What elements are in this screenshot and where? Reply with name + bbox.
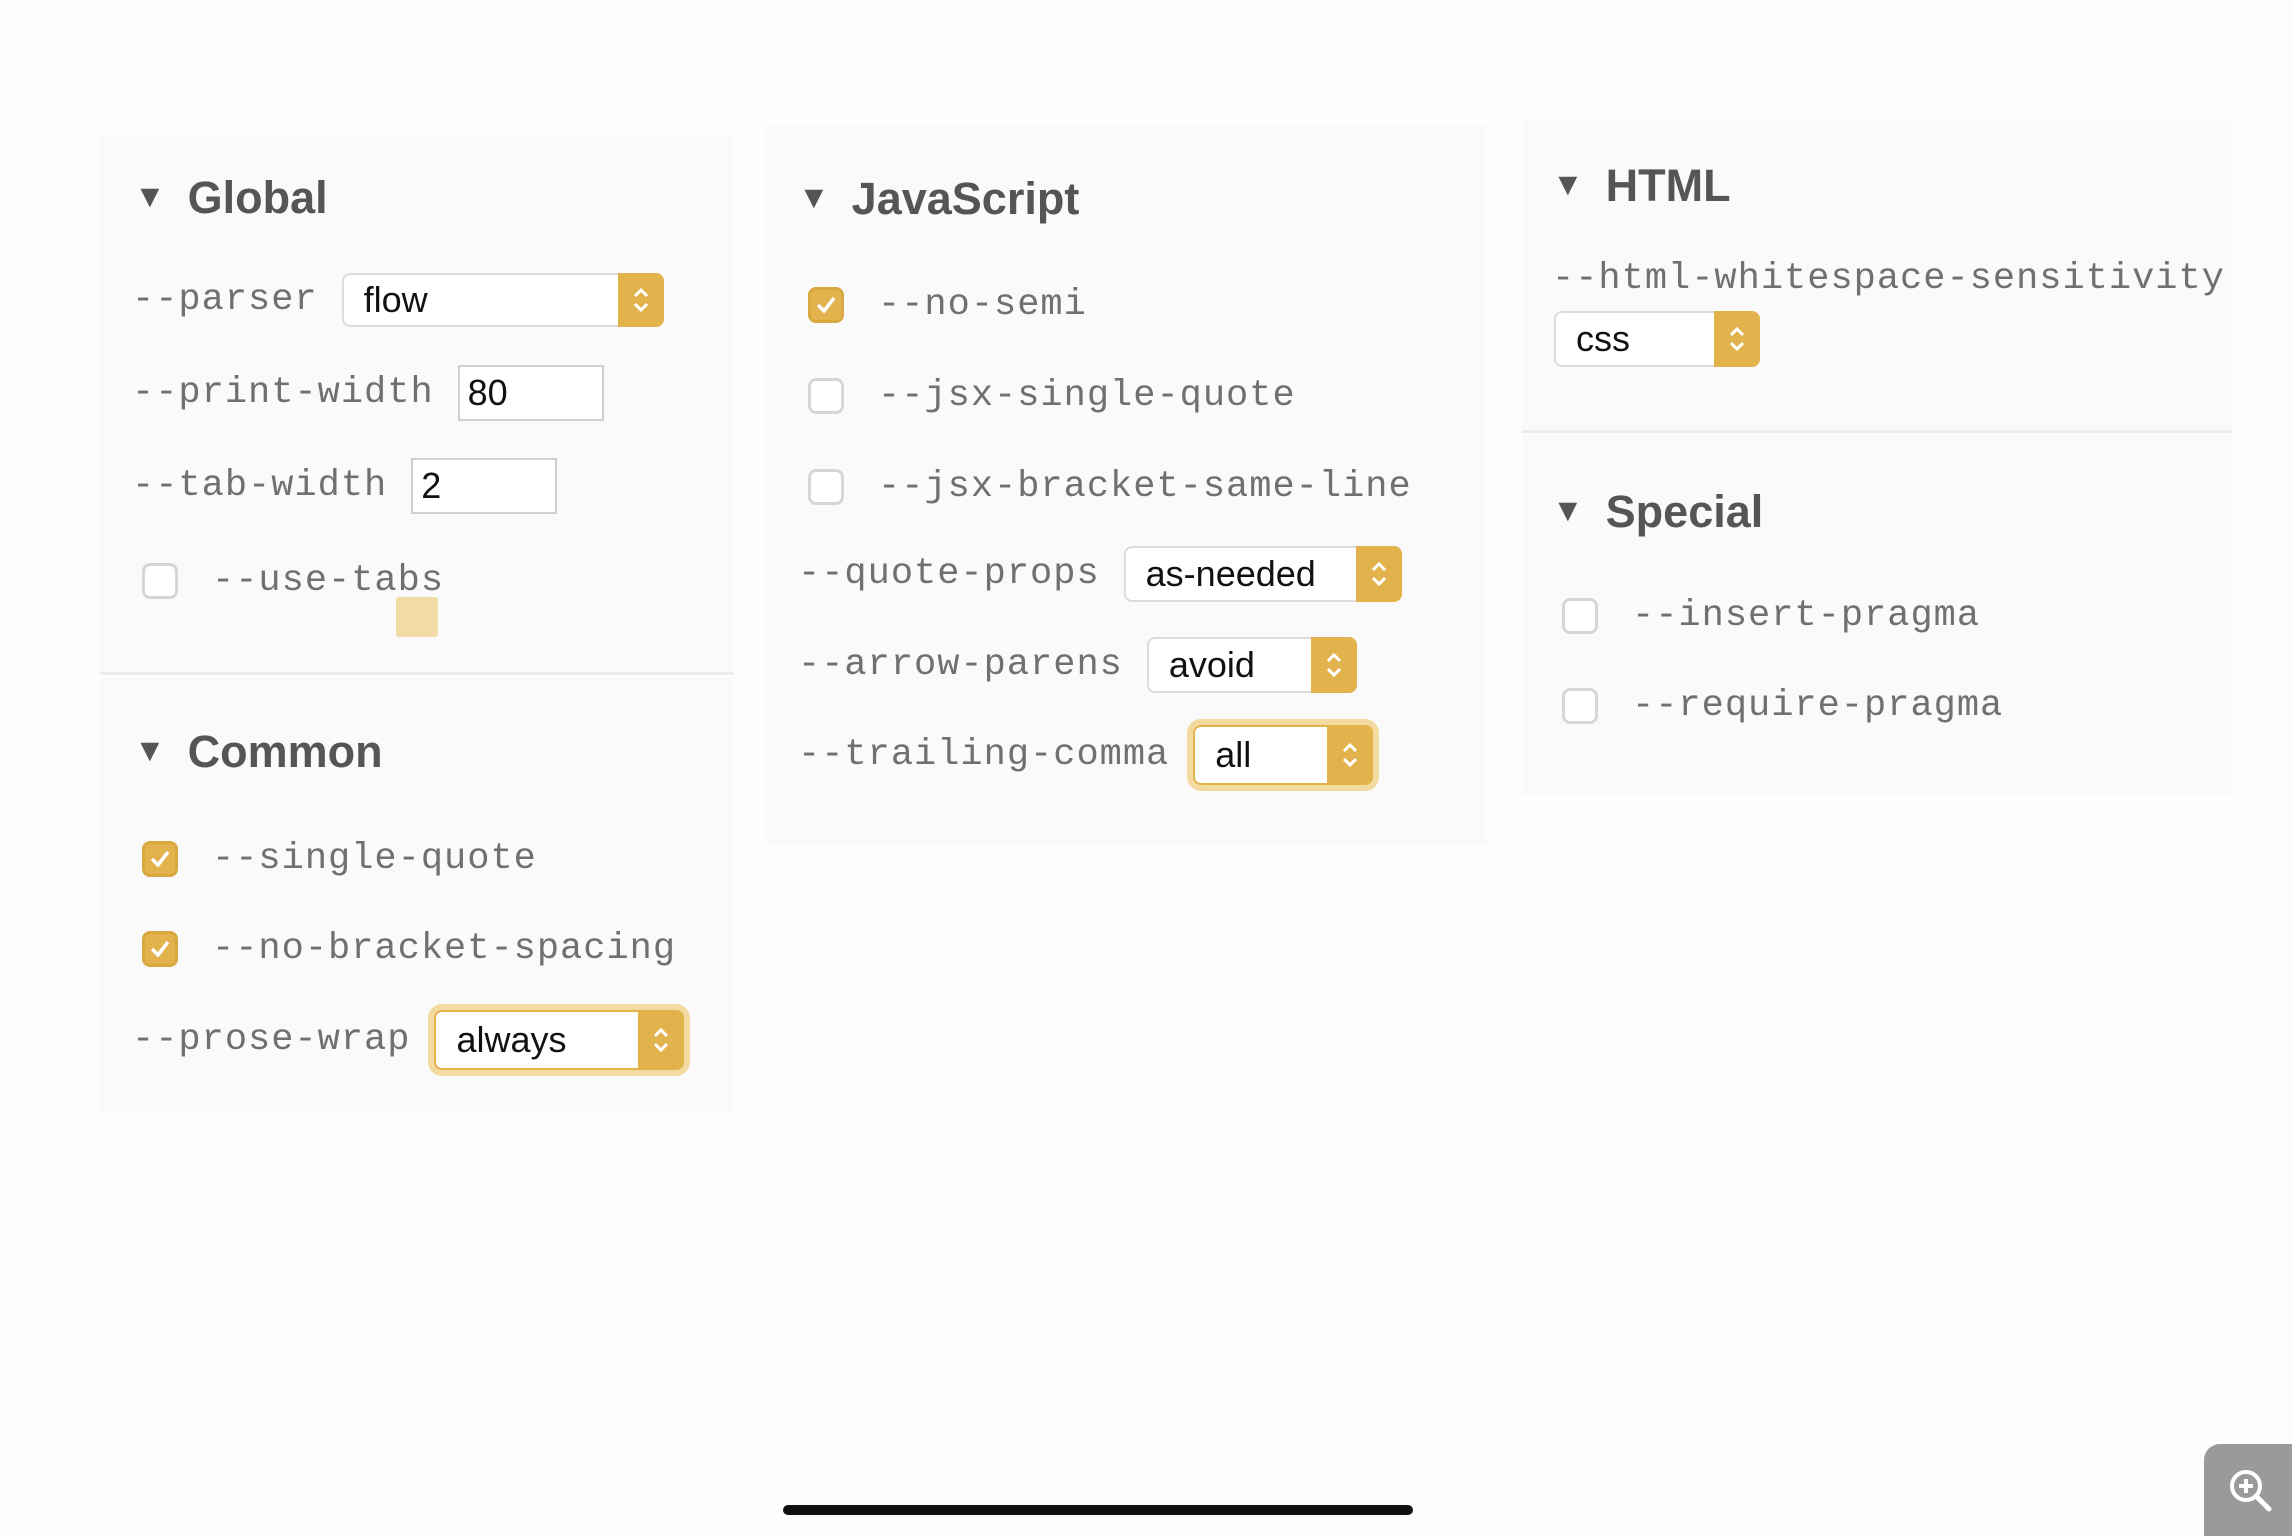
no-bracket-spacing-row[interactable]: --no-bracket-spacing: [142, 928, 676, 970]
require-pragma-label: --require-pragma: [1632, 685, 2004, 727]
triangle-down-icon: ▼: [1552, 491, 1584, 528]
parser-label: --parser: [132, 279, 318, 321]
jsx-single-quote-checkbox[interactable]: [808, 378, 844, 414]
trailing-comma-value: all: [1215, 734, 1252, 775]
stepper-icon: [638, 1010, 685, 1070]
triangle-down-icon: ▼: [798, 178, 830, 215]
html-whitespace-sensitivity-value: css: [1576, 318, 1630, 359]
quote-props-select[interactable]: as-needed: [1123, 546, 1402, 602]
html-divider: [1522, 430, 2232, 433]
triangle-down-icon: ▼: [134, 731, 166, 768]
global-title: Global: [187, 172, 328, 223]
no-semi-checkbox[interactable]: [808, 287, 844, 323]
common-header[interactable]: ▼ Common: [134, 726, 383, 778]
prose-wrap-select[interactable]: always: [434, 1010, 685, 1070]
javascript-header[interactable]: ▼ JavaScript: [798, 173, 1079, 225]
quote-props-value: as-needed: [1145, 553, 1316, 594]
html-whitespace-sensitivity-select[interactable]: css: [1554, 311, 1760, 367]
common-title: Common: [187, 726, 383, 777]
jsx-bracket-same-line-row[interactable]: --jsx-bracket-same-line: [808, 466, 1412, 508]
checkmark-icon: [150, 940, 170, 958]
jsx-single-quote-row[interactable]: --jsx-single-quote: [808, 375, 1296, 417]
html-whitespace-select-row: css: [1530, 311, 1760, 367]
javascript-title: JavaScript: [851, 173, 1080, 224]
jsx-bracket-same-line-checkbox[interactable]: [808, 469, 844, 505]
jsx-single-quote-label: --jsx-single-quote: [878, 375, 1296, 417]
prose-wrap-row: --prose-wrap always: [132, 1010, 685, 1070]
use-tabs-label: --use-tabs: [212, 560, 445, 602]
print-width-row: --print-width 80: [132, 365, 604, 421]
quote-props-label: --quote-props: [798, 553, 1100, 595]
stepper-icon: [1310, 637, 1357, 693]
require-pragma-checkbox[interactable]: [1562, 688, 1598, 724]
html-title: HTML: [1605, 160, 1731, 211]
single-quote-checkbox[interactable]: [142, 841, 178, 877]
use-tabs-row[interactable]: --use-tabs: [142, 560, 444, 602]
insert-pragma-row[interactable]: --insert-pragma: [1562, 595, 1980, 637]
parser-select[interactable]: flow: [341, 273, 664, 327]
zoom-in-icon: [2230, 1470, 2272, 1512]
html-whitespace-sensitivity-label: --html-whitespace-sensitivity: [1552, 258, 2225, 300]
stepper-icon: [1327, 725, 1374, 785]
no-semi-label: --no-semi: [878, 284, 1087, 326]
insert-pragma-label: --insert-pragma: [1632, 595, 1981, 637]
quote-props-row: --quote-props as-needed: [798, 546, 1402, 602]
single-quote-row[interactable]: --single-quote: [142, 838, 537, 880]
single-quote-label: --single-quote: [212, 838, 537, 880]
trailing-comma-select[interactable]: all: [1193, 725, 1374, 785]
prose-wrap-label: --prose-wrap: [132, 1019, 411, 1061]
print-width-label: --print-width: [132, 372, 434, 414]
stepper-icon: [617, 273, 664, 327]
trailing-comma-row: --trailing-comma all: [798, 725, 1374, 785]
no-bracket-spacing-checkbox[interactable]: [142, 931, 178, 967]
require-pragma-row[interactable]: --require-pragma: [1562, 685, 2003, 727]
tab-width-input[interactable]: 2: [411, 458, 558, 514]
print-width-input[interactable]: 80: [457, 365, 604, 421]
special-title: Special: [1605, 486, 1764, 537]
arrow-parens-value: avoid: [1168, 644, 1255, 685]
stepper-icon: [1355, 546, 1402, 602]
special-header[interactable]: ▼ Special: [1552, 486, 1763, 538]
arrow-parens-select[interactable]: avoid: [1146, 637, 1357, 693]
no-bracket-spacing-label: --no-bracket-spacing: [212, 928, 677, 970]
html-whitespace-label-row: --html-whitespace-sensitivity: [1552, 258, 2225, 300]
checkmark-icon: [816, 296, 836, 314]
global-header[interactable]: ▼ Global: [134, 172, 328, 224]
triangle-down-icon: ▼: [134, 177, 166, 214]
global-divider: [100, 672, 734, 675]
prose-wrap-value: always: [456, 1019, 567, 1060]
html-header[interactable]: ▼ HTML: [1552, 160, 1731, 212]
checkmark-icon: [150, 850, 170, 868]
triangle-down-icon: ▼: [1552, 165, 1584, 202]
insert-pragma-checkbox[interactable]: [1562, 598, 1598, 634]
no-semi-row[interactable]: --no-semi: [808, 284, 1087, 326]
zoom-button[interactable]: [2204, 1444, 2292, 1536]
parser-value: flow: [363, 279, 428, 320]
home-indicator[interactable]: [783, 1505, 1413, 1515]
use-tabs-checkbox[interactable]: [142, 563, 178, 599]
jsx-bracket-same-line-label: --jsx-bracket-same-line: [878, 466, 1412, 508]
tab-width-label: --tab-width: [132, 465, 388, 507]
tab-width-row: --tab-width 2: [132, 458, 558, 514]
arrow-parens-label: --arrow-parens: [798, 644, 1123, 686]
arrow-parens-row: --arrow-parens avoid: [798, 637, 1357, 693]
stepper-icon: [1714, 311, 1760, 367]
parser-row: --parser flow: [132, 273, 664, 327]
trailing-comma-label: --trailing-comma: [798, 734, 1170, 776]
touch-indicator: [396, 597, 438, 637]
